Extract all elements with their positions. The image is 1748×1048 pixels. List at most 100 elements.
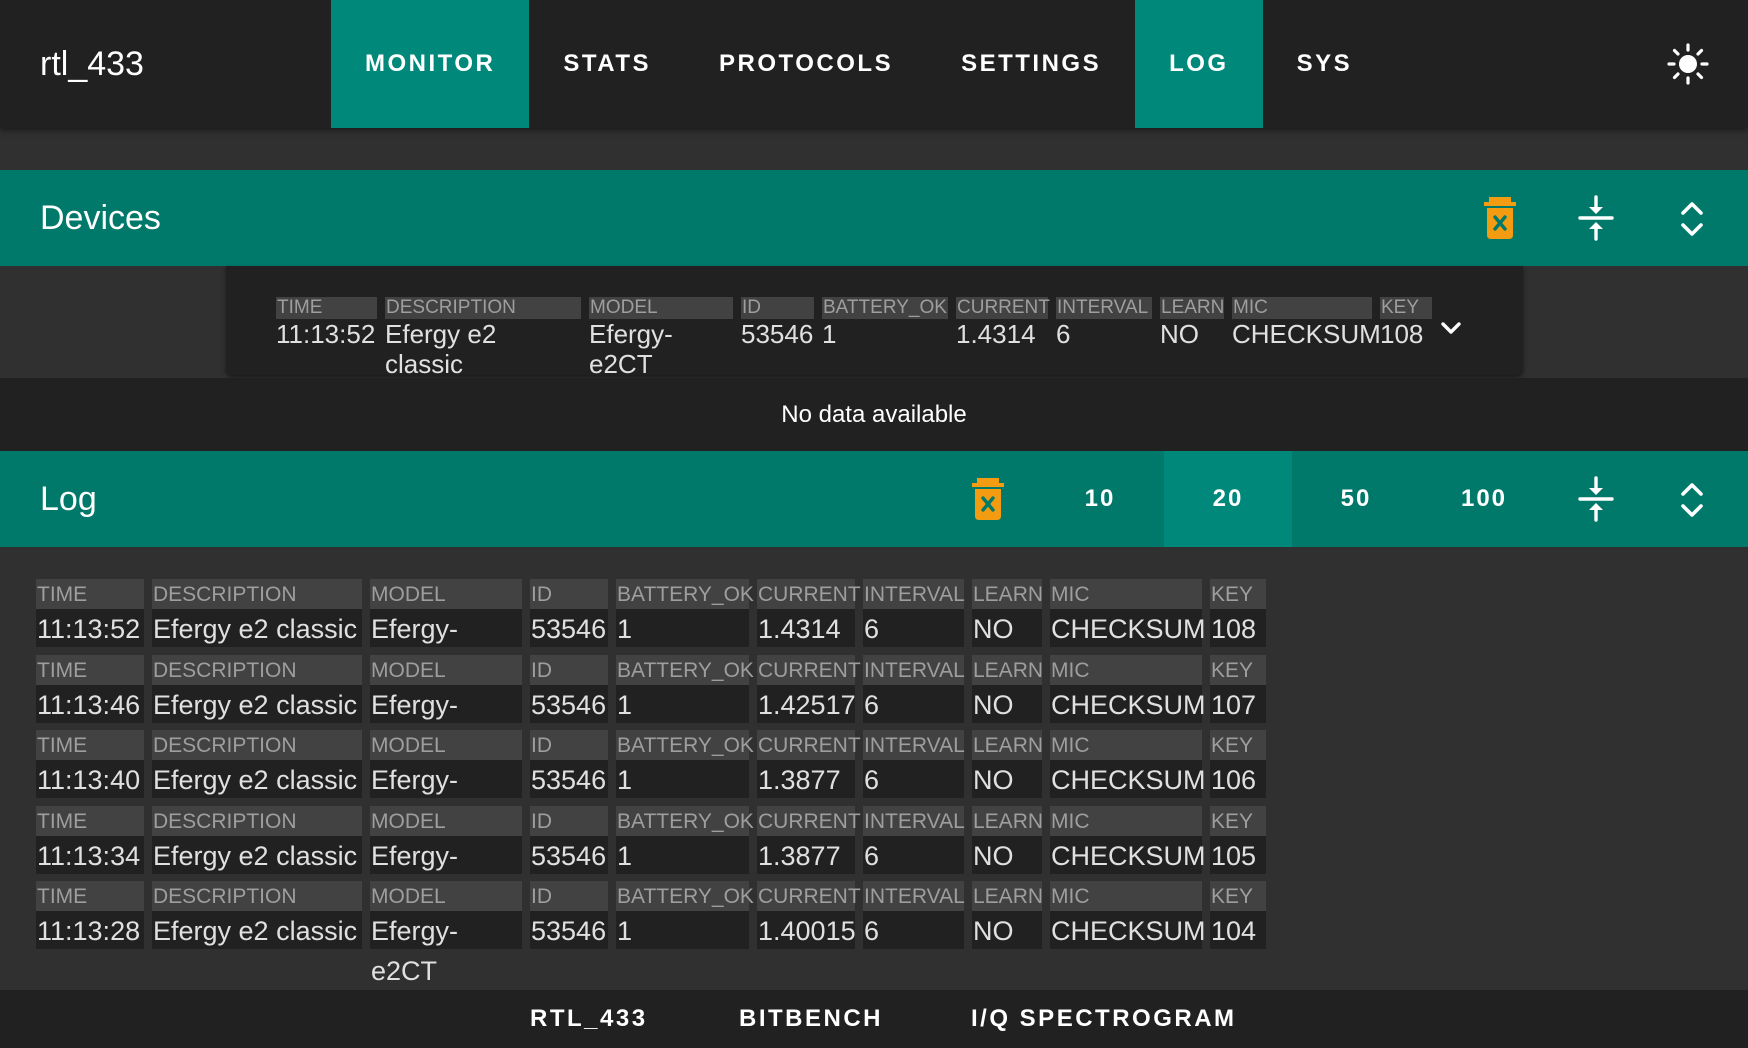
log-header-learn: LEARN [972, 730, 1043, 760]
log-count-20-button[interactable]: 20 [1164, 451, 1292, 547]
log-header-battery-ok: BATTERY_OK [616, 655, 754, 685]
footer-link-iq-spectrogram[interactable]: I/Q SPECTROGRAM [971, 990, 1237, 1048]
log-field-time: TIME 11:13:46 [36, 655, 144, 723]
device-battery: 1 [822, 319, 837, 349]
theme-toggle-button[interactable] [1666, 42, 1710, 86]
log-field-time: TIME 11:13:34 [36, 806, 144, 874]
log-value-time: 11:13:34 [36, 836, 144, 874]
log-value-key: 106 [1210, 760, 1266, 798]
log-header-mic: MIC [1050, 881, 1202, 911]
log-header-key: KEY [1210, 881, 1266, 911]
log-header-id: ID [530, 881, 608, 911]
log-field-mic: MIC CHECKSUM [1050, 579, 1206, 647]
log-header-time: TIME [36, 579, 144, 609]
unfold-icon [1681, 202, 1703, 236]
tab-settings[interactable]: SETTINGS [927, 0, 1135, 128]
device-current: 1.4314 [956, 319, 1036, 349]
device-col-current-header: CURRENT [956, 297, 1050, 319]
log-field-learn: LEARN NO [972, 655, 1043, 723]
delete-icon [972, 478, 1004, 520]
tab-log[interactable]: LOG [1135, 0, 1263, 128]
delete-icon [1484, 197, 1516, 239]
device-col-learn-header: LEARN [1160, 297, 1225, 319]
log-list: TIME 11:13:52 DESCRIPTION Efergy e2 classic… [0, 547, 1748, 990]
log-header-id: ID [530, 579, 608, 609]
log-field-id: ID 53546 [530, 806, 608, 874]
device-time: 11:13:52 [276, 319, 376, 349]
log-field-learn: LEARN NO [972, 579, 1043, 647]
log-header-learn: LEARN [972, 806, 1043, 836]
log-header-description: DESCRIPTION [152, 730, 362, 760]
log-field-model: MODELEfergy-e2CT [370, 806, 522, 911]
log-header-current: CURRENT [757, 579, 861, 609]
expand-devices-button[interactable] [1678, 199, 1706, 239]
log-field-current: CURRENT 1.4314 [757, 579, 861, 647]
log-entry: TIME 11:13:40 DESCRIPTION Efergy e2 classic… [36, 730, 1266, 835]
clear-log-button[interactable] [968, 476, 1008, 522]
log-value-description: Efergy e2 classic [152, 609, 362, 647]
log-value-time: 11:13:52 [36, 609, 144, 647]
log-value-mic: CHECKSUM [1050, 609, 1206, 647]
log-value-learn: NO [972, 760, 1042, 798]
device-expand-button[interactable] [1437, 314, 1465, 342]
tab-monitor[interactable]: MONITOR [331, 0, 530, 128]
clear-devices-button[interactable] [1480, 195, 1520, 241]
log-header-id: ID [530, 806, 608, 836]
log-entry: TIME 11:13:52 DESCRIPTION Efergy e2 classic… [36, 579, 1266, 684]
log-value-id: 53546 [530, 911, 608, 949]
log-value-interval: 6 [863, 760, 964, 798]
log-value-key: 105 [1210, 836, 1266, 874]
log-value-time: 11:13:46 [36, 685, 144, 723]
tab-sys[interactable]: SYS [1263, 0, 1387, 128]
log-header-model: MODEL [370, 881, 522, 911]
tab-stats[interactable]: STATS [529, 0, 685, 128]
log-field-interval: INTERVAL 6 [863, 655, 965, 723]
log-value-mic: CHECKSUM [1050, 760, 1206, 798]
log-value-key: 104 [1210, 911, 1266, 949]
log-value-mic: CHECKSUM [1050, 836, 1206, 874]
main-tabs: MONITOR STATS PROTOCOLS SETTINGS LOG SYS [331, 0, 1386, 128]
log-field-battery-ok: BATTERY_OK 1 [616, 730, 754, 798]
log-count-50-button[interactable]: 50 [1292, 451, 1420, 547]
log-field-mic: MIC CHECKSUM [1050, 806, 1206, 874]
footer-link-rtl433[interactable]: RTL_433 [530, 990, 648, 1048]
device-card[interactable]: TIME 11:13:52 DESCRIPTION Efergy e2 classi… [226, 266, 1523, 379]
log-value-interval: 6 [863, 609, 964, 647]
log-value-model: Efergy-e2CT [370, 836, 522, 911]
log-field-id: ID 53546 [530, 881, 608, 949]
log-count-10-button[interactable]: 10 [1036, 451, 1164, 547]
log-header-interval: INTERVAL [863, 730, 965, 760]
log-header-current: CURRENT [757, 655, 861, 685]
device-col-id-header: ID [741, 297, 814, 319]
log-field-learn: LEARN NO [972, 806, 1043, 874]
compact-devices-button[interactable] [1578, 195, 1614, 241]
device-learn: NO [1160, 319, 1199, 349]
log-value-model: Efergy-e2CT [370, 609, 522, 684]
log-field-key: KEY 107 [1210, 655, 1266, 723]
log-field-time: TIME 11:13:40 [36, 730, 144, 798]
log-value-model: Efergy-e2CT [370, 911, 522, 986]
expand-log-button[interactable] [1678, 480, 1706, 520]
log-field-battery-ok: BATTERY_OK 1 [616, 579, 754, 647]
tab-protocols[interactable]: PROTOCOLS [685, 0, 927, 128]
log-header-battery-ok: BATTERY_OK [616, 730, 754, 760]
compact-log-button[interactable] [1578, 476, 1614, 522]
log-field-description: DESCRIPTION Efergy e2 classic [152, 579, 362, 647]
log-field-battery-ok: BATTERY_OK 1 [616, 881, 754, 949]
log-value-key: 107 [1210, 685, 1266, 723]
log-field-current: CURRENT 1.42517 [757, 655, 861, 723]
log-header-mic: MIC [1050, 655, 1202, 685]
log-header-description: DESCRIPTION [152, 881, 362, 911]
log-header-key: KEY [1210, 730, 1266, 760]
log-value-current: 1.4314 [757, 609, 855, 647]
log-count-100-button[interactable]: 100 [1420, 451, 1548, 547]
log-header-model: MODEL [370, 806, 522, 836]
log-field-id: ID 53546 [530, 655, 608, 723]
log-header-battery-ok: BATTERY_OK [616, 881, 754, 911]
device-mic: CHECKSUM [1232, 319, 1381, 349]
log-value-current: 1.3877 [757, 760, 855, 798]
log-value-mic: CHECKSUM [1050, 911, 1206, 949]
collapse-vertical-icon [1578, 476, 1614, 522]
footer-link-bitbench[interactable]: BITBENCH [739, 990, 883, 1048]
log-field-interval: INTERVAL 6 [863, 881, 965, 949]
